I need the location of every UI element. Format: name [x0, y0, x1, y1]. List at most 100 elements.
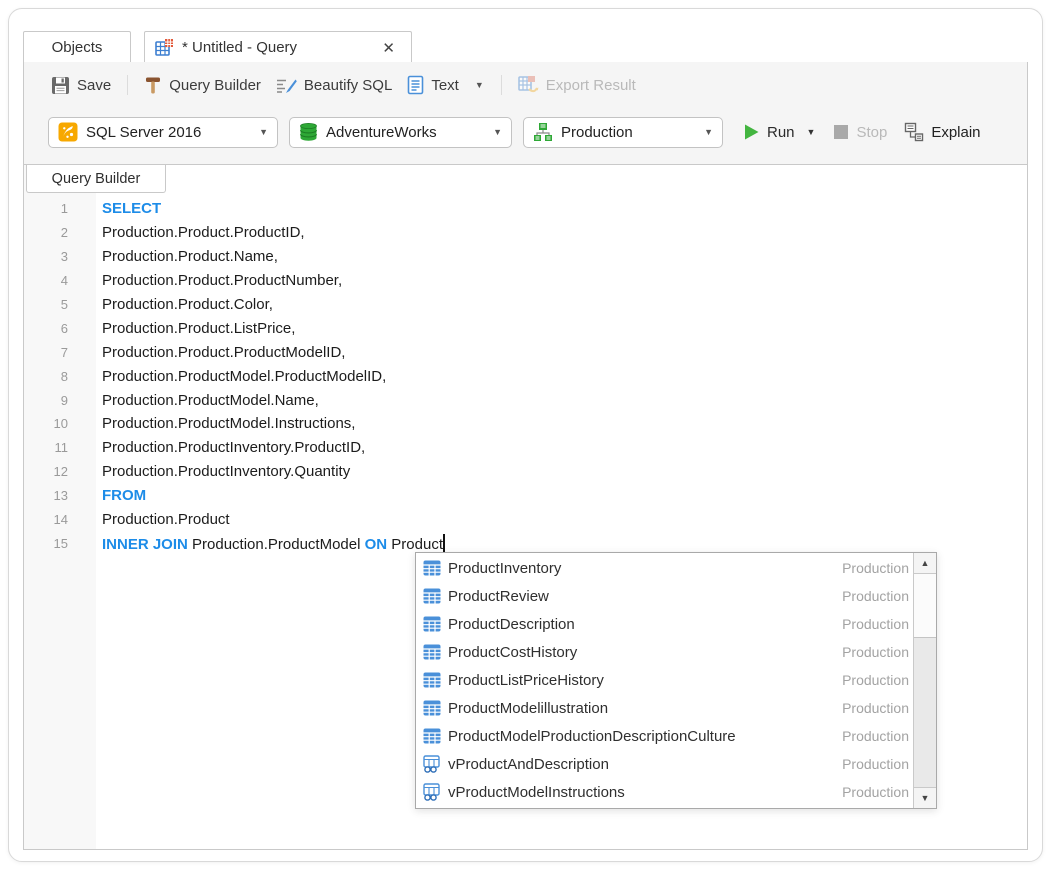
autocomplete-item[interactable]: ProductListPriceHistory Production: [416, 666, 913, 694]
database-icon: [299, 122, 318, 142]
code-line[interactable]: 4 Production.Product.ProductNumber,: [24, 269, 1027, 293]
server-dropdown[interactable]: SQL Server 2016 ▼: [48, 116, 278, 148]
code-line[interactable]: 6 Production.Product.ListPrice,: [24, 316, 1027, 340]
save-label: Save: [77, 76, 112, 94]
tab-query-active[interactable]: * Untitled - Query ✕: [144, 31, 412, 63]
autocomplete-item[interactable]: ProductModelillustration Production: [416, 694, 913, 722]
autocomplete-item[interactable]: vProductAndDescription Production: [416, 750, 913, 778]
autocomplete-item[interactable]: ProductModelProductionDescriptionCulture…: [416, 722, 913, 750]
toolbar-band: Save Query Builder Beautify SQL Text ▼ E…: [23, 62, 1028, 164]
run-icon: [743, 123, 760, 141]
run-label: Run: [767, 123, 795, 141]
code-text: INNER JOIN Production.ProductModel ON Pr…: [102, 533, 445, 553]
code-text: Production.Product.Color,: [102, 296, 273, 313]
export-result-label: Export Result: [545, 76, 636, 94]
autocomplete-item[interactable]: vProductModelInstructions Production: [416, 778, 913, 806]
code-line[interactable]: 2 Production.Product.ProductID,: [24, 221, 1027, 245]
text-view-label: Text: [431, 76, 459, 94]
code-line[interactable]: 5 Production.Product.Color,: [24, 293, 1027, 317]
line-number: 2: [60, 225, 68, 241]
code-line[interactable]: 1 SELECT: [24, 197, 1027, 221]
close-icon[interactable]: ✕: [376, 39, 401, 57]
scrollbar[interactable]: ▲ ▼: [913, 553, 936, 808]
autocomplete-item-name: ProductInventory: [448, 559, 562, 577]
line-number: 11: [54, 440, 69, 456]
code-line[interactable]: 11 Production.ProductInventory.ProductID,: [24, 436, 1027, 460]
line-number: 12: [53, 464, 68, 480]
autocomplete-item-schema: Production: [842, 644, 909, 660]
table-icon: [423, 671, 441, 689]
code-line[interactable]: 13 FROM: [24, 484, 1027, 508]
chevron-down-icon: ▼: [259, 127, 268, 137]
chevron-down-icon: ▼: [493, 127, 502, 137]
code-text: Production.ProductInventory.Quantity: [102, 463, 351, 481]
autocomplete-item-name: ProductDescription: [448, 615, 575, 633]
database-dropdown-label: AdventureWorks: [326, 123, 437, 141]
tab-strip-filler: [412, 31, 1028, 63]
code-line[interactable]: 3 Production.Product.Name,: [24, 245, 1027, 269]
autocomplete-item-schema: Production: [842, 784, 909, 800]
toolbar-separator: [127, 75, 129, 95]
text-cursor: [443, 533, 445, 552]
autocomplete-item[interactable]: ProductInventory Production: [416, 554, 913, 582]
explain-button[interactable]: Explain: [901, 118, 983, 146]
code-line[interactable]: 9 Production.ProductModel.Name,: [24, 388, 1027, 412]
query-builder-button[interactable]: Query Builder: [141, 72, 264, 99]
table-icon: [423, 559, 441, 577]
autocomplete-item-name: ProductModelProductionDescriptionCulture: [448, 727, 736, 745]
stop-label: Stop: [856, 123, 888, 141]
text-view-button[interactable]: Text: [404, 71, 462, 99]
line-number: 8: [60, 368, 68, 384]
code-line[interactable]: 7 Production.Product.ProductModelID,: [24, 340, 1027, 364]
run-caret-icon[interactable]: ▼: [803, 125, 820, 139]
code-text: Production.ProductModel.ProductModelID,: [102, 367, 387, 385]
autocomplete-item-name: ProductCostHistory: [448, 643, 578, 661]
code-text: Production.Product: [102, 511, 230, 529]
save-button[interactable]: Save: [48, 72, 114, 99]
stop-button[interactable]: Stop: [830, 120, 890, 145]
code-text: Production.ProductInventory.ProductID,: [102, 439, 366, 457]
autocomplete-item-name: ProductReview: [448, 587, 549, 605]
autocomplete-item-schema: Production: [842, 700, 909, 716]
stop-icon: [833, 124, 849, 140]
database-dropdown[interactable]: AdventureWorks ▼: [289, 116, 512, 148]
code-text: FROM: [102, 487, 147, 505]
scroll-up-icon[interactable]: ▲: [914, 553, 936, 574]
code-line[interactable]: 8 Production.ProductModel.ProductModelID,: [24, 364, 1027, 388]
scroll-down-icon[interactable]: ▼: [914, 787, 936, 808]
code-text: Production.Product.Name,: [102, 248, 278, 266]
app-window: Objects * Untitled - Query ✕ Save Query …: [8, 8, 1043, 862]
line-number: 4: [60, 273, 68, 289]
code-line[interactable]: 12 Production.ProductInventory.Quantity: [24, 460, 1027, 484]
tab-query-builder-sub[interactable]: Query Builder: [26, 165, 166, 193]
code-line[interactable]: 14 Production.Product: [24, 508, 1027, 532]
code-text: Production.Product.ProductNumber,: [102, 272, 343, 290]
text-view-caret-icon[interactable]: ▼: [471, 78, 488, 92]
table-icon: [423, 615, 441, 633]
table-icon: [423, 643, 441, 661]
autocomplete-item[interactable]: ProductDescription Production: [416, 610, 913, 638]
line-number: 1: [60, 201, 68, 217]
line-number: 15: [53, 535, 68, 551]
sql-server-icon: [58, 122, 78, 142]
beautify-sql-button[interactable]: Beautify SQL: [273, 72, 395, 99]
schema-dropdown[interactable]: Production ▼: [523, 116, 723, 148]
export-result-button[interactable]: Export Result: [515, 71, 639, 99]
run-button[interactable]: Run: [740, 119, 798, 145]
tab-query-label: * Untitled - Query: [182, 39, 298, 56]
hammer-icon: [144, 76, 162, 95]
tab-objects[interactable]: Objects: [23, 31, 131, 63]
autocomplete-item-name: vProductModelInstructions: [448, 783, 625, 801]
line-number: 7: [60, 344, 68, 360]
autocomplete-item[interactable]: ProductCostHistory Production: [416, 638, 913, 666]
autocomplete-item[interactable]: ProductReview Production: [416, 582, 913, 610]
autocomplete-popup: ProductInventory Production ProductReview…: [415, 552, 937, 809]
scrollbar-thumb[interactable]: [914, 574, 936, 638]
export-result-icon: [517, 75, 539, 95]
code-line[interactable]: 10 Production.ProductModel.Instructions,: [24, 412, 1027, 436]
view-icon: [423, 783, 441, 801]
schema-icon: [533, 122, 553, 142]
toolbar-separator: [500, 75, 502, 95]
code-text: Production.Product.ProductID,: [102, 224, 305, 242]
code-text: Production.Product.ProductModelID,: [102, 343, 346, 361]
